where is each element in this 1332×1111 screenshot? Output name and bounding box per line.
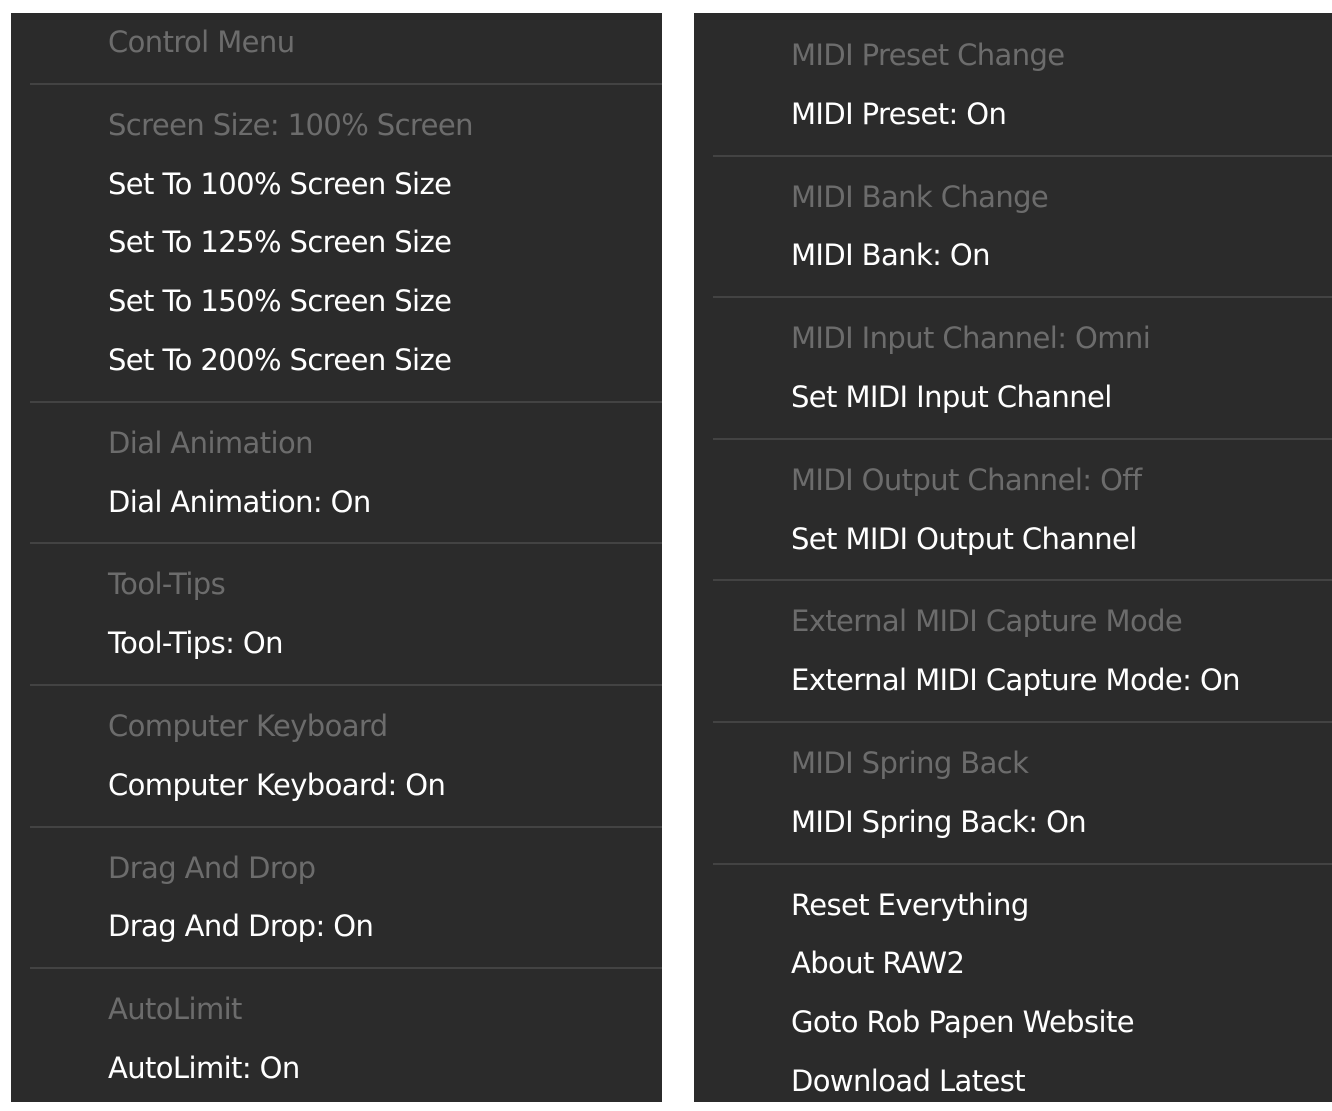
set-200-screen-size-menu-item[interactable]: Set To 200% Screen Size [11, 331, 662, 390]
control-menu-header: Control Menu [108, 25, 295, 59]
midi-preset-change-header: MIDI Preset Change [791, 38, 1065, 72]
control-menu-left: Control Menu Screen Size: 100% Screen Set … [11, 13, 662, 1102]
autolimit-header: AutoLimit [108, 992, 242, 1027]
computer-keyboard-header: Computer Keyboard [108, 708, 388, 743]
menu-separator [713, 154, 1332, 157]
control-menu-right: MIDI Preset Change MIDI Preset: On MIDI Ba… [694, 13, 1332, 1102]
about-raw2-menu-item[interactable]: About RAW2 [694, 934, 1332, 993]
drag-and-drop-header: Drag And Drop [108, 850, 316, 885]
tool-tips-header: Tool-Tips [108, 567, 226, 602]
menu-separator [713, 720, 1332, 723]
menu-separator [713, 862, 1332, 865]
midi-bank-toggle-menu-item[interactable]: MIDI Bank: On [694, 226, 1332, 285]
external-midi-capture-header: External MIDI Capture Mode [791, 604, 1183, 639]
menu-separator [30, 683, 662, 686]
screen-size-header: Screen Size: 100% Screen [108, 107, 473, 142]
menu-separator [30, 542, 662, 545]
dial-animation-toggle-menu-item[interactable]: Dial Animation: On [11, 473, 662, 532]
midi-spring-back-header: MIDI Spring Back [791, 745, 1029, 780]
menu-separator [713, 437, 1332, 440]
goto-rob-papen-website-menu-item[interactable]: Goto Rob Papen Website [694, 993, 1332, 1052]
menu-separator [713, 296, 1332, 299]
set-midi-input-channel-menu-item[interactable]: Set MIDI Input Channel [694, 368, 1332, 427]
menu-separator [30, 967, 662, 970]
set-150-screen-size-menu-item[interactable]: Set To 150% Screen Size [11, 272, 662, 331]
midi-preset-toggle-menu-item[interactable]: MIDI Preset: On [694, 85, 1332, 144]
autolimit-toggle-menu-item[interactable]: AutoLimit: On [11, 1039, 662, 1098]
menu-separator [30, 82, 662, 85]
midi-output-channel-header: MIDI Output Channel: Off [791, 462, 1142, 497]
external-midi-capture-toggle-menu-item[interactable]: External MIDI Capture Mode: On [694, 651, 1332, 710]
midi-input-channel-header: MIDI Input Channel: Omni [791, 321, 1151, 356]
set-125-screen-size-menu-item[interactable]: Set To 125% Screen Size [11, 213, 662, 272]
set-100-screen-size-menu-item[interactable]: Set To 100% Screen Size [11, 155, 662, 214]
menu-separator [713, 579, 1332, 582]
midi-bank-change-header: MIDI Bank Change [791, 179, 1049, 214]
dial-animation-header: Dial Animation [108, 425, 313, 460]
menu-separator [30, 400, 662, 403]
set-midi-output-channel-menu-item[interactable]: Set MIDI Output Channel [694, 510, 1332, 569]
computer-keyboard-toggle-menu-item[interactable]: Computer Keyboard: On [11, 756, 662, 815]
drag-and-drop-toggle-menu-item[interactable]: Drag And Drop: On [11, 897, 662, 956]
tool-tips-toggle-menu-item[interactable]: Tool-Tips: On [11, 614, 662, 673]
reset-everything-menu-item[interactable]: Reset Everything [694, 876, 1332, 935]
menu-separator [30, 825, 662, 828]
midi-spring-back-toggle-menu-item[interactable]: MIDI Spring Back: On [694, 793, 1332, 852]
